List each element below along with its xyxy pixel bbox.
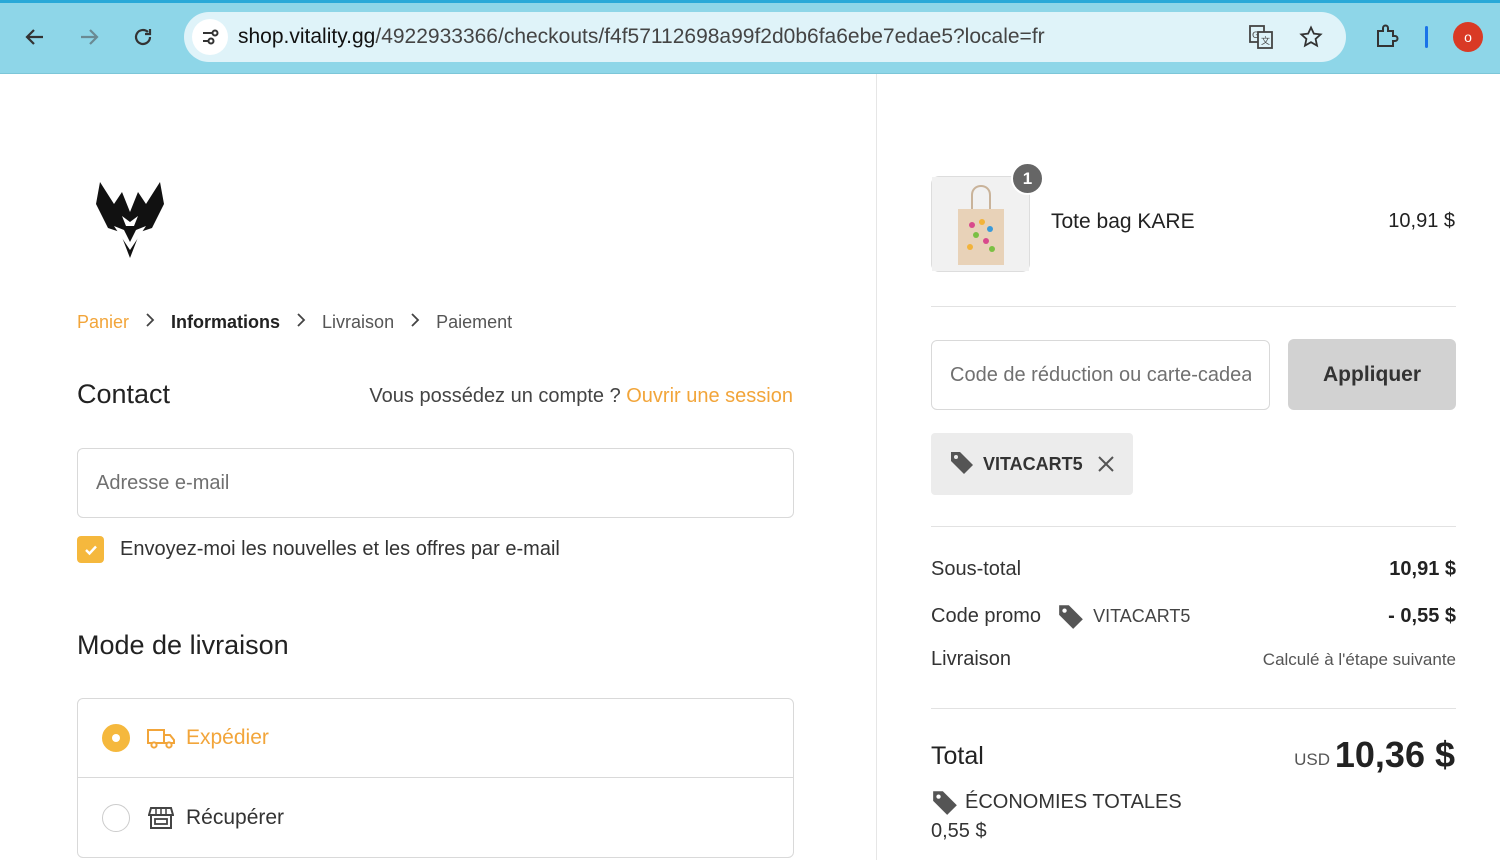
applied-discount-tag: VITACART5 xyxy=(931,433,1133,495)
promo-value: - 0,55 $ xyxy=(1388,604,1456,627)
chevron-right-icon xyxy=(410,313,420,332)
tag-icon xyxy=(949,449,975,480)
apply-discount-button[interactable]: Appliquer xyxy=(1288,339,1456,410)
promo-row: Code promo VITACART5 - 0,55 $ xyxy=(931,602,1456,630)
delivery-option-label: Récupérer xyxy=(186,805,285,829)
star-icon[interactable] xyxy=(1296,22,1326,52)
toolbar-separator xyxy=(1425,26,1428,48)
delivery-option-ship[interactable]: Expédier xyxy=(78,699,793,778)
back-arrow-icon[interactable] xyxy=(20,22,50,52)
checkbox-checked-icon[interactable] xyxy=(77,536,104,563)
tab-strip-edge xyxy=(0,0,1500,3)
order-summary: 1 Tote bag KARE 10,91 $ Appliquer VITACA… xyxy=(876,74,1500,860)
email-field[interactable] xyxy=(77,448,794,518)
shipping-note: Calculé à l'étape suivante xyxy=(1262,649,1456,669)
promo-label-group: Code promo VITACART5 xyxy=(931,602,1190,630)
promo-code: VITACART5 xyxy=(1093,605,1191,626)
reload-icon[interactable] xyxy=(128,22,158,52)
translate-icon[interactable]: G文 xyxy=(1246,22,1276,52)
savings-value: 0,55 $ xyxy=(931,820,987,842)
savings-line: ÉCONOMIES TOTALES xyxy=(931,788,1182,816)
remove-discount-close-icon[interactable] xyxy=(1097,455,1115,473)
subtotal-label: Sous-total xyxy=(931,558,1022,580)
delivery-option-label: Expédier xyxy=(186,726,269,749)
total-savings: ÉCONOMIES TOTALES 0,55 $ xyxy=(931,788,1182,843)
divider xyxy=(931,306,1456,307)
savings-label: ÉCONOMIES TOTALES xyxy=(965,790,1182,813)
radio-selected[interactable] xyxy=(102,724,130,752)
radio-unselected[interactable] xyxy=(102,803,130,832)
url-text: shop.vitality.gg/4922933366/checkouts/f4… xyxy=(238,25,1045,48)
breadcrumb-shipping: Livraison xyxy=(322,312,395,332)
total-amount: 10,36 $ xyxy=(1334,734,1455,775)
profile-avatar[interactable]: o xyxy=(1453,22,1483,52)
product-price: 10,91 $ xyxy=(1388,210,1455,232)
delivery-option-pickup[interactable]: Récupérer xyxy=(78,778,793,857)
promo-label: Code promo xyxy=(931,604,1042,627)
tag-icon xyxy=(1057,602,1085,630)
site-info-icon[interactable] xyxy=(192,19,228,55)
divider xyxy=(931,526,1456,527)
breadcrumb-informations: Informations xyxy=(171,312,281,332)
tag-icon xyxy=(931,788,959,816)
subtotal-value: 10,91 $ xyxy=(1389,558,1456,580)
shipping-label: Livraison xyxy=(931,648,1012,670)
account-prompt: Vous possédez un compte ? Ouvrir une ses… xyxy=(369,385,793,408)
applied-code-text: VITACART5 xyxy=(983,453,1083,474)
divider xyxy=(931,708,1456,709)
subtotal-row: Sous-total 10,91 $ xyxy=(931,558,1456,581)
breadcrumb-cart[interactable]: Panier xyxy=(77,312,129,333)
store-icon xyxy=(146,803,176,833)
newsletter-checkbox[interactable]: Envoyez-moi les nouvelles et les offres … xyxy=(77,536,560,563)
checkout-main: Panier Informations Livraison Paiement C… xyxy=(0,74,876,860)
contact-heading: Contact xyxy=(77,379,171,409)
svg-text:G: G xyxy=(1252,31,1259,41)
delivery-options: Expédier Récupérer xyxy=(77,698,794,858)
chevron-right-icon xyxy=(296,313,306,332)
shipping-row: Livraison Calculé à l'étape suivante xyxy=(931,648,1456,671)
vitality-logo[interactable] xyxy=(94,178,166,262)
discount-code-input[interactable] xyxy=(931,340,1270,410)
truck-icon xyxy=(146,723,176,753)
login-link[interactable]: Ouvrir une session xyxy=(626,385,793,407)
forward-arrow-icon[interactable] xyxy=(74,22,104,52)
svg-text:文: 文 xyxy=(1261,35,1270,47)
extensions-icon[interactable] xyxy=(1372,22,1402,52)
account-prompt-text: Vous possédez un compte ? xyxy=(369,385,627,407)
breadcrumb: Panier Informations Livraison Paiement xyxy=(77,312,512,333)
quantity-badge: 1 xyxy=(1011,162,1044,195)
total-currency: USD xyxy=(1294,750,1330,769)
address-bar[interactable]: shop.vitality.gg/4922933366/checkouts/f4… xyxy=(184,12,1346,62)
browser-toolbar: shop.vitality.gg/4922933366/checkouts/f4… xyxy=(0,0,1500,74)
newsletter-label: Envoyez-moi les nouvelles et les offres … xyxy=(120,538,560,560)
product-name: Tote bag KARE xyxy=(1051,210,1195,233)
total-label: Total xyxy=(931,742,984,770)
delivery-heading: Mode de livraison xyxy=(77,630,289,660)
chevron-right-icon xyxy=(145,313,155,332)
breadcrumb-payment: Paiement xyxy=(436,312,513,332)
